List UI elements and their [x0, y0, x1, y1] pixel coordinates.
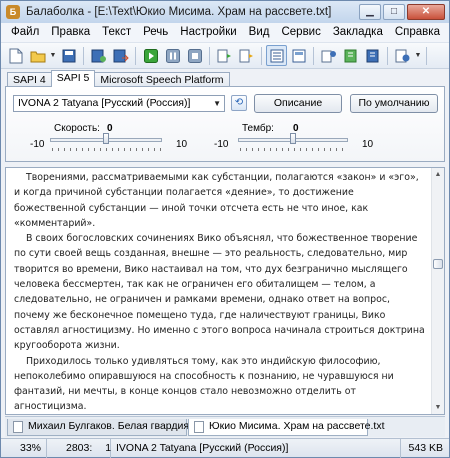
rate-slider-thumb[interactable]	[103, 133, 109, 144]
toolbar-separator	[135, 46, 136, 65]
status-position: 2803: 1	[47, 439, 111, 458]
text-paragraph: В своих богословских сочинениях Вико объ…	[14, 233, 425, 352]
voice-select-value: IVONA 2 Tatyana [Русский (Россия)]	[18, 97, 191, 109]
read-clipboard-icon[interactable]	[214, 45, 235, 66]
window-controls: ▁ □ ✕	[359, 4, 445, 20]
open-dropdown-icon[interactable]: ▼	[49, 52, 57, 59]
menu-edit[interactable]: Правка	[45, 23, 96, 42]
text-file-icon	[13, 421, 23, 433]
voice-panel: IVONA 2 Tatyana [Русский (Россия)] ▼ ⟲ О…	[5, 86, 445, 162]
line-value: 2803:	[66, 442, 93, 454]
save-audio-icon[interactable]	[88, 45, 109, 66]
voice-description-button[interactable]: Описание	[254, 94, 342, 113]
rate-min: -10	[30, 139, 45, 150]
toolbar-separator	[209, 46, 210, 65]
read-file-icon[interactable]	[236, 45, 257, 66]
status-voice: IVONA 2 Tatyana [Русский (Россия)]	[111, 439, 401, 458]
tab-sapi4[interactable]: SAPI 4	[7, 72, 52, 87]
pause-icon[interactable]	[162, 45, 183, 66]
toolbar-separator	[261, 46, 262, 65]
default-settings-button[interactable]: По умолчанию	[350, 94, 438, 113]
voice-panel-icon[interactable]	[288, 45, 309, 66]
file-size-value: 543 KB	[408, 442, 443, 454]
menu-speech[interactable]: Речь	[137, 23, 174, 42]
refresh-voices-button[interactable]: ⟲	[231, 95, 247, 111]
menu-view[interactable]: Вид	[243, 23, 276, 42]
audio-file-dropdown-icon[interactable]: ▼	[414, 52, 422, 59]
menu-file[interactable]: Файл	[5, 23, 45, 42]
scroll-up-icon[interactable]: ▲	[432, 168, 444, 181]
rate-max: 10	[176, 139, 188, 150]
new-document-icon[interactable]	[5, 45, 26, 66]
pitch-slider-thumb[interactable]	[290, 133, 296, 144]
play-icon[interactable]	[140, 45, 161, 66]
toolbar-separator	[426, 46, 427, 65]
pitch-min: -10	[214, 139, 229, 150]
speech-settings-icon[interactable]	[318, 45, 339, 66]
status-bar: 33% 2803: 1 IVONA 2 Tatyana [Русский (Ро…	[1, 438, 449, 458]
scroll-down-icon[interactable]: ▼	[432, 401, 444, 414]
stop-icon[interactable]	[184, 45, 205, 66]
toolbar-separator	[313, 46, 314, 65]
chevron-down-icon[interactable]: ▼	[213, 96, 221, 111]
title-bar[interactable]: Б Балаболка - [E:\Text\Юкио Мисима. Храм…	[1, 1, 449, 23]
editor-text[interactable]: Творениями, рассматриваемыми как субстан…	[6, 168, 431, 414]
tab-sapi5[interactable]: SAPI 5	[50, 70, 96, 87]
zoom-value: 33%	[20, 442, 42, 454]
tab-speech-platform[interactable]: Microsoft Speech Platform	[94, 72, 230, 87]
document-tab-label: Юкио Мисима. Храм на рассвете.txt	[209, 420, 385, 432]
document-tabs: Михаил Булгаков. Белая гвардия.txt Юкио …	[5, 416, 445, 437]
open-folder-icon[interactable]	[27, 45, 48, 66]
text-panel-icon[interactable]	[266, 45, 287, 66]
status-size: 543 KB	[401, 439, 449, 458]
menu-help[interactable]: Справка	[389, 23, 446, 42]
voice-select[interactable]: IVONA 2 Tatyana [Русский (Россия)] ▼	[13, 95, 225, 112]
text-file-icon	[194, 421, 204, 433]
document-tab-active[interactable]: Юкио Мисима. Храм на рассвете.txt	[188, 419, 384, 436]
rate-label: Скорость:	[54, 123, 100, 134]
menu-tools[interactable]: Сервис	[275, 23, 326, 42]
refresh-icon: ⟲	[234, 97, 244, 108]
pitch-label: Тембр:	[242, 123, 274, 134]
status-voice-value: IVONA 2 Tatyana [Русский (Россия)]	[116, 442, 289, 454]
menu-bar: Файл Правка Текст Речь Настройки Вид Сер…	[1, 23, 449, 42]
minimize-button[interactable]: ▁	[359, 4, 381, 20]
menu-text[interactable]: Текст	[96, 23, 137, 42]
close-button[interactable]: ✕	[407, 4, 445, 20]
maximize-button[interactable]: □	[383, 4, 405, 20]
text-paragraph: Творениями, рассматриваемыми как субстан…	[14, 172, 419, 229]
save-icon[interactable]	[58, 45, 79, 66]
text-editor[interactable]: Творениями, рассматриваемыми как субстан…	[5, 167, 445, 415]
pitch-max: 10	[362, 139, 374, 150]
dictionary-icon[interactable]	[340, 45, 361, 66]
toolbar: ▼ ▼	[1, 42, 449, 69]
engine-tabs: SAPI 4 SAPI 5 Microsoft Speech Platform	[7, 70, 230, 87]
text-paragraph: Приходилось только удивляться тому, как …	[14, 355, 394, 413]
pitch-slider-ticks	[240, 148, 348, 151]
export-icon[interactable]	[110, 45, 131, 66]
toolbar-separator	[387, 46, 388, 65]
menu-bookmark[interactable]: Закладка	[327, 23, 389, 42]
status-zoom: 33%	[1, 439, 47, 458]
menu-settings[interactable]: Настройки	[174, 23, 242, 42]
audio-file-icon[interactable]	[392, 45, 413, 66]
application-window: Б Балаболка - [E:\Text\Юкио Мисима. Храм…	[0, 0, 450, 458]
scrollbar-thumb[interactable]	[433, 259, 443, 269]
dictionary-edit-icon[interactable]	[362, 45, 383, 66]
document-tab-label: Михаил Булгаков. Белая гвардия.txt	[28, 420, 204, 432]
balabolka-app-icon[interactable]: Б	[6, 5, 20, 19]
toolbar-separator	[83, 46, 84, 65]
rate-slider-ticks	[52, 148, 162, 151]
vertical-scrollbar[interactable]: ▲ ▼	[431, 168, 444, 414]
window-title: Балаболка - [E:\Text\Юкио Мисима. Храм н…	[26, 6, 332, 18]
document-tab[interactable]: Михаил Булгаков. Белая гвардия.txt	[7, 419, 203, 436]
